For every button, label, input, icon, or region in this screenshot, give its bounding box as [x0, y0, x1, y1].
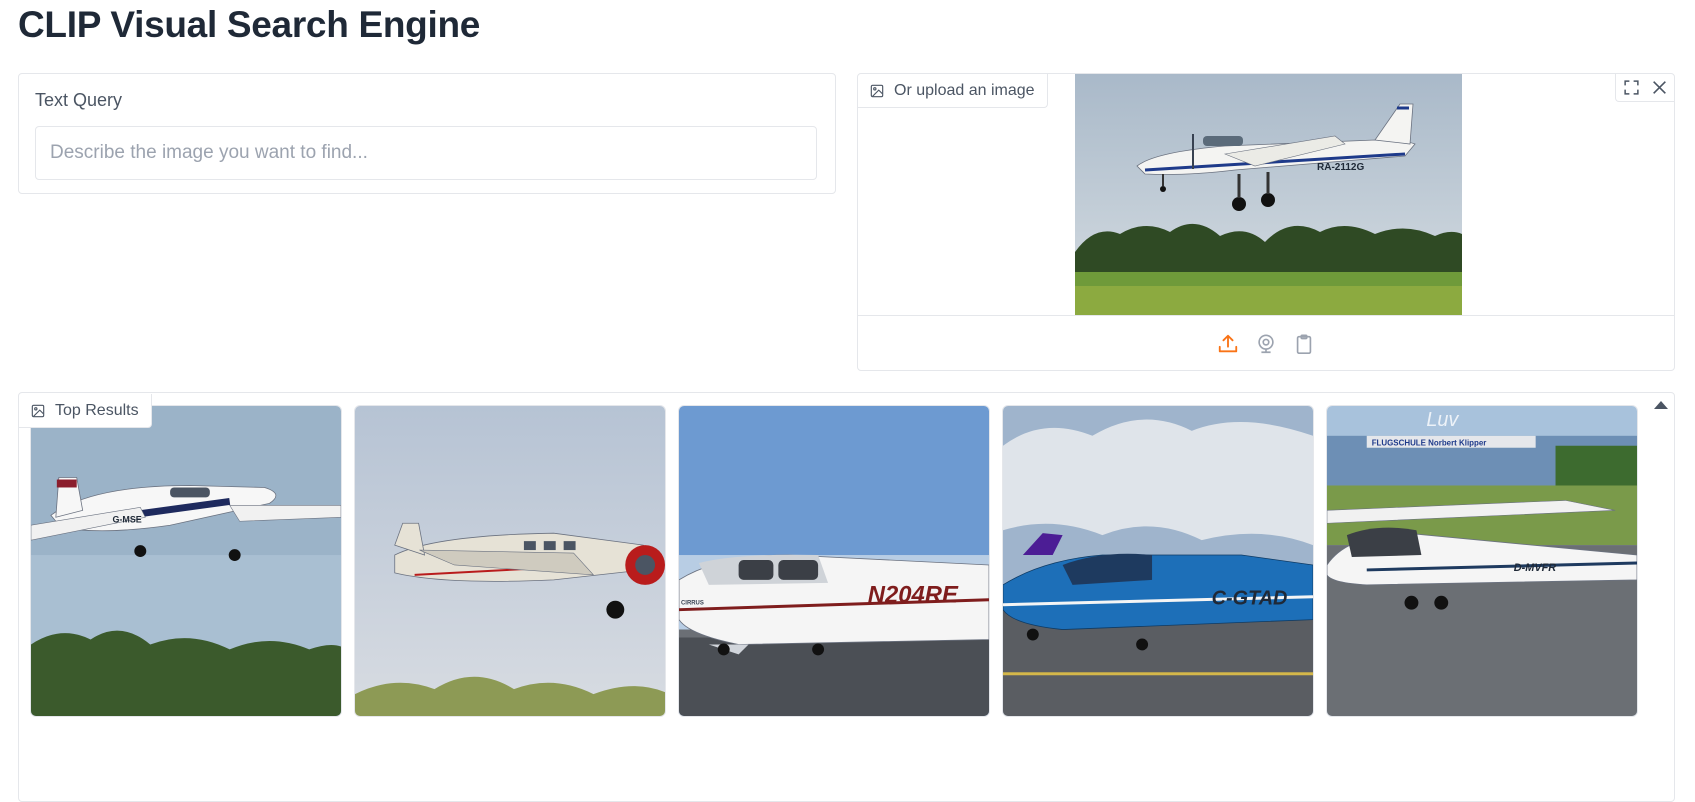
clipboard-icon [1296, 334, 1312, 354]
result-maker-label: CIRRUS [681, 601, 704, 607]
image-upload-panel: Or upload an image RA-2112G [857, 73, 1675, 371]
clipboard-button[interactable] [1292, 332, 1316, 356]
result-thumbnail[interactable]: C-GTAD [1002, 405, 1314, 717]
result-registration: N204RE [868, 582, 959, 609]
uploaded-image: RA-2112G [1075, 74, 1462, 315]
text-query-panel: Text Query [18, 73, 836, 194]
result-registration: D-MVFR [1514, 562, 1557, 574]
image-upload-label-badge: Or upload an image [858, 74, 1048, 108]
result-thumbnail[interactable] [354, 405, 666, 717]
page-title: CLIP Visual Search Engine [18, 4, 481, 45]
scroll-up-arrow[interactable] [1654, 401, 1668, 409]
image-icon [31, 404, 45, 417]
text-query-input[interactable] [35, 126, 817, 180]
fullscreen-icon [1623, 80, 1639, 95]
result-sign-text: FLUGSCHULE Norbert Klipper [1372, 439, 1487, 448]
result-hangar-text: Luv [1426, 409, 1459, 431]
upload-icon [1218, 334, 1238, 353]
results-label-badge: Top Results [19, 394, 152, 428]
text-query-label: Text Query [35, 90, 123, 110]
image-upload-label: Or upload an image [894, 81, 1035, 99]
results-gallery-panel: Top Results G-MSE N204RE CIRRUS C-GTAD L… [18, 392, 1675, 802]
webcam-icon [1258, 334, 1274, 354]
upload-button[interactable] [1216, 332, 1240, 356]
result-thumbnail[interactable]: G-MSE [30, 405, 342, 717]
clear-image-button[interactable] [1648, 77, 1670, 99]
upload-source-toolbar [858, 332, 1674, 360]
result-registration: C-GTAD [1212, 588, 1288, 610]
upload-divider [858, 315, 1674, 316]
uploaded-plane-registration: RA-2112G [1317, 162, 1364, 173]
result-thumbnail[interactable]: Luv FLUGSCHULE Norbert Klipper D-MVFR [1326, 405, 1638, 717]
result-thumbnail[interactable]: N204RE CIRRUS [678, 405, 990, 717]
fullscreen-button[interactable] [1620, 77, 1642, 99]
image-icon [870, 84, 884, 97]
webcam-button[interactable] [1254, 332, 1278, 356]
results-gallery: G-MSE N204RE CIRRUS C-GTAD Luv FLUGSCHUL… [30, 405, 1638, 717]
result-registration: G-MSE [112, 514, 141, 524]
close-icon [1652, 81, 1666, 94]
results-label: Top Results [55, 401, 139, 419]
image-corner-controls [1615, 74, 1674, 102]
